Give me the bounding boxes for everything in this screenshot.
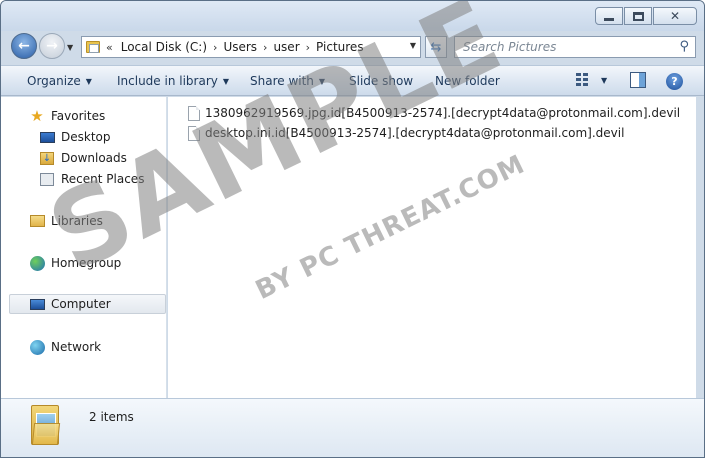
arrow-right-icon: → <box>46 38 58 54</box>
slide-show-button[interactable]: Slide show <box>349 74 413 88</box>
chevron-right-icon[interactable]: › <box>213 41 217 54</box>
navigation-pane: ★ Favorites Desktop ↓ Downloads Recent P… <box>1 97 167 398</box>
sidebar-item-recent-places[interactable]: Recent Places <box>39 169 144 189</box>
minimize-button[interactable] <box>595 7 623 25</box>
address-bar[interactable]: « Local Disk (C:) › Users › user › Pictu… <box>81 36 421 58</box>
sidebar-item-network[interactable]: Network <box>29 337 101 357</box>
folder-icon <box>86 41 100 53</box>
chevron-right-icon[interactable]: › <box>263 41 267 54</box>
downloads-icon: ↓ <box>39 150 55 166</box>
maximize-button[interactable] <box>624 7 652 25</box>
help-icon[interactable]: ? <box>666 73 683 90</box>
breadcrumb-user[interactable]: user <box>273 40 299 54</box>
list-item[interactable]: desktop.ini.id[B4500913-2574].[decrypt4d… <box>188 124 624 142</box>
chevron-down-icon: ▼ <box>85 77 92 86</box>
include-in-library-label: Include in library <box>117 74 218 88</box>
sidebar-item-label: Network <box>51 340 102 354</box>
organize-label: Organize <box>27 74 81 88</box>
sidebar-item-libraries[interactable]: Libraries <box>29 211 103 231</box>
refresh-button[interactable]: ⇆ <box>425 36 447 58</box>
minimize-icon <box>604 18 614 21</box>
recent-places-icon <box>39 171 55 187</box>
details-pane: 2 items <box>1 398 704 457</box>
breadcrumb-pictures[interactable]: Pictures <box>316 40 364 54</box>
command-bar: Organize ▼ Include in library ▼ Share with… <box>1 65 704 96</box>
address-history-dropdown[interactable]: ▼ <box>410 41 416 50</box>
sidebar-item-favorites[interactable]: ★ Favorites <box>29 106 105 126</box>
chevron-down-icon: ▼ <box>318 77 326 86</box>
new-folder-label: New folder <box>435 74 500 88</box>
address-row: ← → ▼ « Local Disk (C:) › Users › user ›… <box>1 31 704 65</box>
slide-show-label: Slide show <box>349 74 414 88</box>
item-count: 2 items <box>89 410 134 424</box>
sidebar-item-label: Desktop <box>61 130 111 144</box>
pictures-folder-icon <box>31 405 61 445</box>
chevron-down-icon: ▼ <box>222 77 230 86</box>
share-with-button[interactable]: Share with ▼ <box>250 74 325 88</box>
sidebar-item-label: Computer <box>51 297 111 311</box>
star-icon: ★ <box>30 107 44 125</box>
back-button[interactable]: ← <box>11 33 37 59</box>
file-name: desktop.ini.id[B4500913-2574].[decrypt4d… <box>205 126 625 140</box>
window-frame-right <box>696 97 704 398</box>
forward-button[interactable]: → <box>39 33 65 59</box>
sidebar-item-computer[interactable]: Computer <box>9 294 166 314</box>
title-bar: ✕ <box>1 1 704 31</box>
sidebar-item-downloads[interactable]: ↓ Downloads <box>39 148 127 168</box>
share-with-label: Share with <box>250 74 314 88</box>
file-list: 1380962919569.jpg.id[B4500913-2574].[dec… <box>168 97 696 398</box>
sidebar-item-label: Favorites <box>51 109 106 123</box>
arrow-left-icon: ← <box>18 38 30 54</box>
list-item[interactable]: 1380962919569.jpg.id[B4500913-2574].[dec… <box>188 104 680 122</box>
include-in-library-button[interactable]: Include in library ▼ <box>117 74 229 88</box>
sidebar-item-label: Recent Places <box>61 172 145 186</box>
caption-buttons: ✕ <box>594 7 697 25</box>
change-view-icon[interactable] <box>576 72 592 88</box>
recent-pages-dropdown[interactable]: ▼ <box>67 43 73 52</box>
explorer-window: ✕ ← → ▼ « Local Disk (C:) › Users › user… <box>0 0 705 458</box>
search-input[interactable]: Search Pictures ⚲ <box>454 36 696 58</box>
search-placeholder: Search Pictures <box>463 40 557 54</box>
file-name: 1380962919569.jpg.id[B4500913-2574].[dec… <box>205 106 681 120</box>
file-icon <box>188 105 200 121</box>
network-icon <box>29 339 45 355</box>
sidebar-item-desktop[interactable]: Desktop <box>39 127 111 147</box>
breadcrumb-overflow[interactable]: « <box>106 41 113 54</box>
new-folder-button[interactable]: New folder <box>435 74 500 88</box>
homegroup-icon <box>29 255 45 271</box>
view-options-dropdown[interactable]: ▼ <box>601 76 607 85</box>
sidebar-item-label: Downloads <box>61 151 127 165</box>
organize-button[interactable]: Organize ▼ <box>27 74 92 88</box>
libraries-icon <box>29 213 45 229</box>
sidebar-item-label: Homegroup <box>51 256 122 270</box>
search-icon[interactable]: ⚲ <box>679 39 689 54</box>
sidebar-item-label: Libraries <box>51 214 103 228</box>
refresh-icon: ⇆ <box>430 39 442 55</box>
desktop-icon <box>39 129 55 145</box>
close-button[interactable]: ✕ <box>653 7 697 25</box>
sidebar-item-homegroup[interactable]: Homegroup <box>29 253 121 273</box>
breadcrumb-users[interactable]: Users <box>223 40 257 54</box>
file-icon <box>188 125 200 141</box>
close-icon: ✕ <box>669 9 681 23</box>
computer-icon <box>29 296 45 312</box>
breadcrumb-local-disk[interactable]: Local Disk (C:) <box>121 40 207 54</box>
chevron-right-icon[interactable]: › <box>306 41 310 54</box>
maximize-icon <box>632 11 644 21</box>
preview-pane-icon[interactable] <box>630 72 646 88</box>
